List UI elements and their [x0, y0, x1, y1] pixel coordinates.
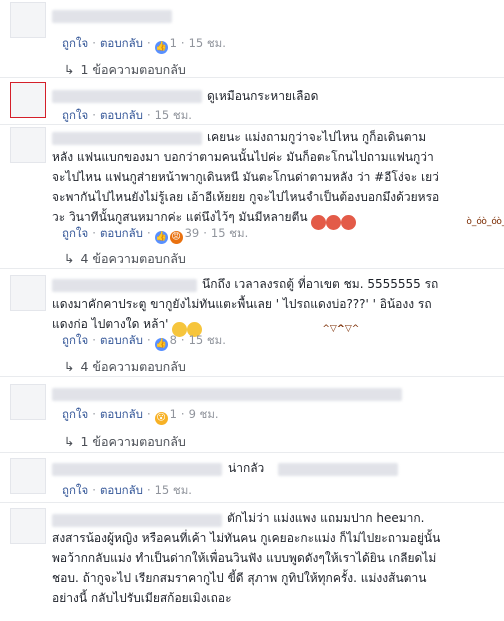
reply-arrow-icon: ↳	[64, 434, 75, 449]
angry-emoji-icon: ò_ó	[341, 215, 504, 230]
timestamp[interactable]: 15 ชม.	[155, 483, 192, 497]
dot-separator: ·	[92, 36, 96, 50]
dot-separator: ·	[203, 226, 207, 240]
like-link[interactable]: ถูกใจ	[62, 483, 88, 497]
like-link[interactable]: ถูกใจ	[62, 36, 88, 50]
like-link[interactable]: ถูกใจ	[62, 108, 88, 122]
timestamp[interactable]: 15 ชม.	[155, 108, 192, 122]
avatar[interactable]	[10, 127, 46, 163]
dot-separator: ·	[180, 36, 185, 50]
dot-separator: ·	[92, 483, 96, 497]
dot-separator: ·	[180, 407, 185, 421]
dot-separator: ·	[92, 333, 96, 347]
wow-reaction-icon: 😮	[154, 412, 168, 425]
avatar[interactable]	[10, 275, 46, 311]
divider	[0, 452, 504, 453]
reaction-count[interactable]: 1	[170, 36, 177, 50]
dot-separator: ·	[146, 108, 151, 122]
avatar[interactable]	[10, 82, 46, 118]
like-reaction-icon: 👍	[154, 41, 168, 54]
reply-link[interactable]: ตอบกลับ	[100, 226, 143, 240]
timestamp[interactable]: 9 ชม.	[189, 407, 219, 421]
angry-emoji-icon: ò_ó	[311, 215, 482, 230]
reply-arrow-icon: ↳	[64, 62, 75, 77]
dot-separator: ·	[92, 108, 96, 122]
timestamp[interactable]: 15 ชม.	[211, 226, 248, 240]
like-link[interactable]: ถูกใจ	[62, 407, 88, 421]
like-reaction-icon: 👍	[154, 231, 168, 244]
view-replies-link[interactable]: ↳ 4 ข้อความตอบกลับ	[64, 357, 186, 374]
blurred-name	[52, 388, 402, 401]
view-replies-link[interactable]: ↳ 1 ข้อความตอบกลับ	[64, 60, 186, 77]
comment-actions: ถูกใจ · ตอบกลับ · 15 ชม.	[62, 107, 192, 123]
avatar[interactable]	[10, 508, 46, 544]
avatar[interactable]	[10, 458, 46, 494]
blurred-mention	[278, 463, 398, 476]
dot-separator: ·	[92, 226, 96, 240]
comment-text: ดูเหมือนกระหายเลือด	[207, 89, 319, 103]
blurred-name	[52, 90, 202, 103]
comment-actions: ถูกใจ · ตอบกลับ · 😮 1 · 9 ชม.	[62, 406, 219, 425]
dot-separator: ·	[146, 407, 151, 421]
comment-text: ตักไม่ว่า แม่งแพง แถมมปาก heeมาก. สงสารน…	[52, 511, 445, 605]
view-replies-link[interactable]: ↳ 4 ข้อความตอบกลับ	[64, 249, 186, 266]
reaction-count[interactable]: 8	[170, 333, 177, 347]
like-link[interactable]: ถูกใจ	[62, 333, 88, 347]
reply-link[interactable]: ตอบกลับ	[100, 36, 143, 50]
dot-separator: ·	[146, 333, 151, 347]
dot-separator: ·	[146, 226, 151, 240]
dot-separator: ·	[92, 407, 96, 421]
divider	[0, 268, 504, 269]
view-replies-link[interactable]: ↳ 1 ข้อความตอบกลับ	[64, 432, 186, 449]
comment-text: นึกถึง เวลาลงรถตู้ ที่อาเขต ชม. 5555555 …	[52, 274, 447, 337]
like-reaction-icon: 👍	[154, 338, 168, 351]
divider	[0, 124, 504, 125]
comment-actions: ถูกใจ · ตอบกลับ · 👍 8 · 15 ชม.	[62, 332, 226, 351]
reply-link[interactable]: ตอบกลับ	[100, 108, 143, 122]
avatar[interactable]	[10, 384, 46, 420]
dot-separator: ·	[146, 36, 151, 50]
dot-separator: ·	[146, 483, 151, 497]
like-link[interactable]: ถูกใจ	[62, 226, 88, 240]
dot-separator: ·	[180, 333, 185, 347]
blurred-name	[52, 10, 172, 23]
blurred-name	[52, 463, 222, 476]
reply-arrow-icon: ↳	[64, 251, 75, 266]
comment-actions: ถูกใจ · ตอบกลับ · 👍 😡 39 · 15 ชม.	[62, 225, 248, 244]
comment-actions: ถูกใจ · ตอบกลับ · 15 ชม.	[62, 482, 192, 498]
comment-text: เคยนะ แม่งถามกูว่าจะไปไหน กูก็อเดินตามหล…	[52, 127, 504, 230]
comment-actions: ถูกใจ · ตอบกลับ · 👍 1 · 15 ชม.	[62, 35, 226, 54]
reply-arrow-icon: ↳	[64, 359, 75, 374]
reaction-count[interactable]: 1	[170, 407, 177, 421]
divider	[0, 376, 504, 377]
reaction-count[interactable]: 39	[185, 226, 200, 240]
reply-link[interactable]: ตอบกลับ	[100, 483, 143, 497]
timestamp[interactable]: 15 ชม.	[189, 333, 226, 347]
reply-link[interactable]: ตอบกลับ	[100, 333, 143, 347]
divider	[0, 502, 504, 503]
timestamp[interactable]: 15 ชม.	[189, 36, 226, 50]
angry-reaction-icon: 😡	[169, 231, 183, 244]
avatar[interactable]	[10, 2, 46, 38]
angry-emoji-icon: ò_ó	[326, 215, 497, 230]
reply-link[interactable]: ตอบกลับ	[100, 407, 143, 421]
divider	[0, 77, 504, 78]
